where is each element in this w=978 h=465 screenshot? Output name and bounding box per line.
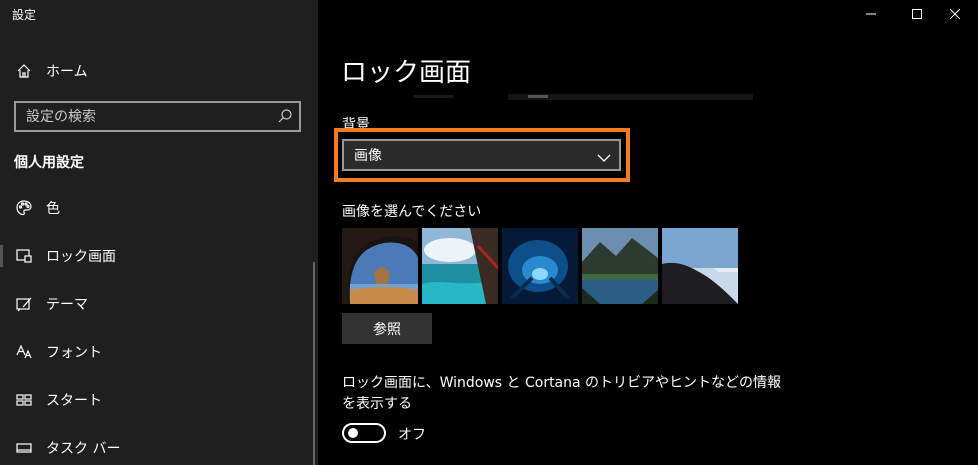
browse-button[interactable]: 参照 [342, 313, 432, 344]
tips-setting-label: ロック画面に、Windows と Cortana のトリビアやヒントなどの情報を… [342, 375, 782, 412]
palette-icon [14, 198, 34, 218]
taskbar-icon [14, 438, 34, 458]
search-field[interactable] [14, 101, 301, 132]
image-thumbnails [342, 228, 738, 304]
sidebar-item-label: タスク バー [46, 441, 121, 457]
sidebar-item-lock-screen[interactable]: ロック画面 [0, 239, 318, 273]
sidebar-item-label: テーマ [46, 297, 88, 313]
sidebar-item-theme[interactable]: テーマ [0, 287, 318, 321]
sidebar-item-start[interactable]: スタート [0, 383, 318, 417]
section-title: 個人用設定 [14, 155, 84, 171]
app-title: 設定 [12, 8, 37, 22]
thumbnail-ice-cave[interactable] [502, 228, 578, 304]
lock-screen-icon [14, 246, 34, 266]
sidebar-scrollbar[interactable] [313, 262, 315, 465]
dropdown-value: 画像 [354, 148, 382, 164]
sidebar-item-label: ロック画面 [46, 249, 116, 265]
toggle-knob [348, 428, 358, 438]
sidebar-item-label: スタート [46, 393, 102, 409]
close-icon[interactable] [932, 0, 978, 28]
theme-icon [14, 294, 34, 314]
main-panel: ロック画面 背景 画像 画像を選んでください 参照 ロック画面に、Windows… [318, 0, 978, 465]
sidebar-item-font[interactable]: フォント [0, 335, 318, 369]
thumbnail-mountain-lake[interactable] [582, 228, 658, 304]
page-title: ロック画面 [341, 58, 472, 88]
sidebar-item-label: フォント [46, 345, 102, 361]
thumbnail-cave[interactable] [342, 228, 418, 304]
search-icon[interactable] [277, 108, 293, 124]
thumbnail-coast[interactable] [662, 228, 738, 304]
background-dropdown[interactable]: 画像 [342, 139, 621, 171]
sidebar: 設定 ホーム 個人用設定 色 [0, 0, 318, 465]
start-icon [14, 390, 34, 410]
thumbnail-beach[interactable] [422, 228, 498, 304]
sidebar-item-label: 色 [46, 201, 60, 217]
tips-toggle[interactable] [342, 423, 386, 443]
lock-screen-preview [413, 94, 753, 100]
minimize-icon[interactable] [848, 0, 894, 28]
sidebar-item-color[interactable]: 色 [0, 191, 318, 225]
search-input[interactable] [26, 103, 266, 130]
sidebar-item-label: ホーム [46, 64, 88, 80]
chevron-down-icon [597, 149, 611, 162]
font-icon [14, 342, 34, 362]
sidebar-item-taskbar[interactable]: タスク バー [0, 431, 318, 465]
sidebar-item-home[interactable]: ホーム [0, 56, 318, 86]
home-icon [14, 61, 34, 81]
choose-image-label: 画像を選んでください [342, 204, 482, 220]
toggle-state-label: オフ [398, 427, 426, 443]
